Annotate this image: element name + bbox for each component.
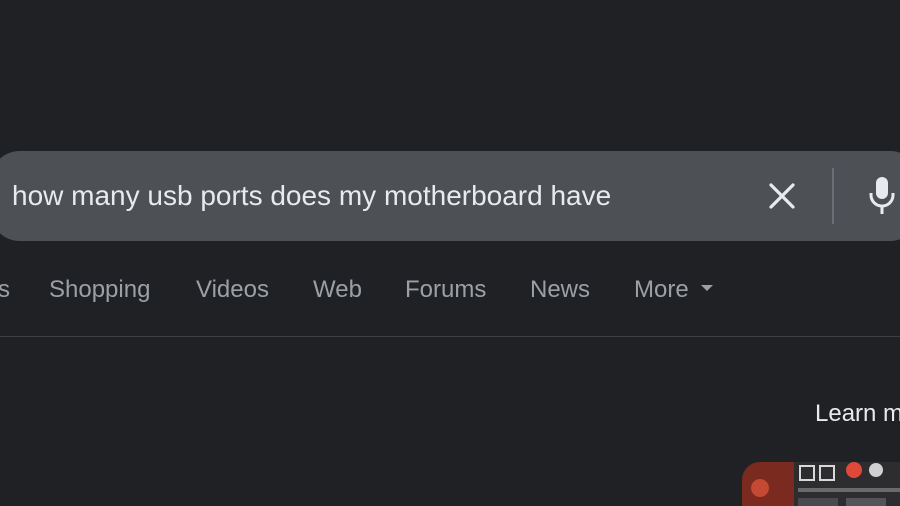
search-input[interactable]: how many usb ports does my motherboard h…: [12, 151, 611, 241]
search-bar[interactable]: how many usb ports does my motherboard h…: [0, 151, 900, 241]
tab-forums[interactable]: Forums: [405, 270, 486, 310]
search-results-page: how many usb ports does my motherboard h…: [0, 0, 900, 506]
tab-news[interactable]: News: [530, 270, 590, 310]
tab-partial[interactable]: s: [0, 270, 10, 310]
tab-videos[interactable]: Videos: [196, 270, 269, 310]
close-icon[interactable]: [765, 179, 799, 213]
search-bar-divider: [832, 168, 834, 224]
learn-more-link[interactable]: Learn m: [815, 398, 900, 430]
tab-web[interactable]: Web: [313, 270, 362, 310]
search-tabs: s Shopping Videos Web Forums News More: [0, 270, 900, 310]
tabs-divider: [0, 336, 900, 337]
tab-shopping[interactable]: Shopping: [49, 270, 150, 310]
tab-more-label: More: [634, 276, 689, 303]
caret-down-icon: [700, 284, 713, 291]
result-thumbnail-image[interactable]: [742, 462, 900, 506]
tab-more[interactable]: More: [634, 270, 713, 310]
microphone-icon[interactable]: [865, 175, 899, 217]
